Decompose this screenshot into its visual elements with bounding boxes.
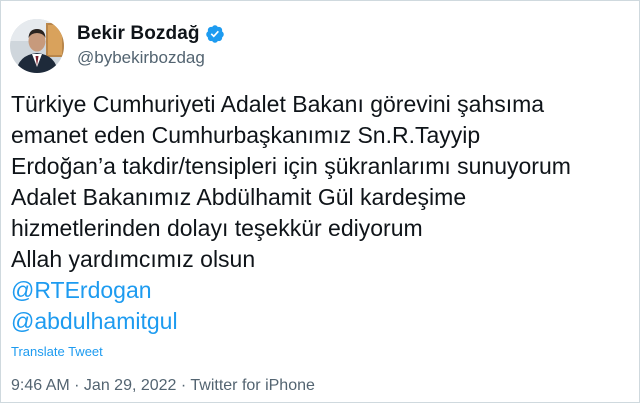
meta-separator: · bbox=[69, 377, 84, 394]
tweet-text: Türkiye Cumhuriyeti Adalet Bakanı görevi… bbox=[11, 89, 633, 337]
tweet-text-line: emanet eden Cumhurbaşkanımız Sn.R.Tayyip bbox=[11, 122, 481, 148]
tweet-time[interactable]: 9:46 AM bbox=[11, 377, 70, 394]
verified-badge-icon bbox=[205, 24, 225, 44]
translate-tweet-link[interactable]: Translate Tweet bbox=[11, 344, 103, 359]
name-row: Bekir Bozdağ bbox=[77, 22, 225, 46]
tweet-text-line: Allah yardımcımız olsun bbox=[11, 246, 256, 272]
mention-link-abdulhamitgul[interactable]: @abdulhamitgul bbox=[11, 306, 633, 337]
tweet-header: Bekir Bozdağ @bybekirbozdag bbox=[10, 19, 225, 77]
profile-photo-icon bbox=[10, 19, 64, 73]
tweet-card: Bekir Bozdağ @bybekirbozdag Türkiye Cumh… bbox=[0, 0, 640, 403]
tweet-text-line: hizmetlerinden dolayı teşekkür ediyorum bbox=[11, 215, 423, 241]
tweet-date[interactable]: Jan 29, 2022 bbox=[84, 377, 177, 394]
display-name[interactable]: Bekir Bozdağ bbox=[77, 23, 200, 45]
tweet-source[interactable]: Twitter for iPhone bbox=[190, 377, 315, 394]
mention-link-rterdogan[interactable]: @RTErdogan bbox=[11, 275, 633, 306]
tweet-text-line: Adalet Bakanımız Abdülhamit Gül kardeşim… bbox=[11, 184, 467, 210]
tweet-text-line: Erdoğan’a takdir/tensipleri için şükranl… bbox=[11, 153, 571, 179]
meta-separator: · bbox=[176, 377, 191, 394]
tweet-metadata: 9:46 AM · Jan 29, 2022 · Twitter for iPh… bbox=[11, 377, 315, 395]
tweet-text-line: Türkiye Cumhuriyeti Adalet Bakanı görevi… bbox=[11, 91, 545, 117]
avatar[interactable] bbox=[10, 19, 64, 73]
author-names: Bekir Bozdağ @bybekirbozdag bbox=[77, 22, 225, 68]
author-handle[interactable]: @bybekirbozdag bbox=[77, 48, 225, 68]
